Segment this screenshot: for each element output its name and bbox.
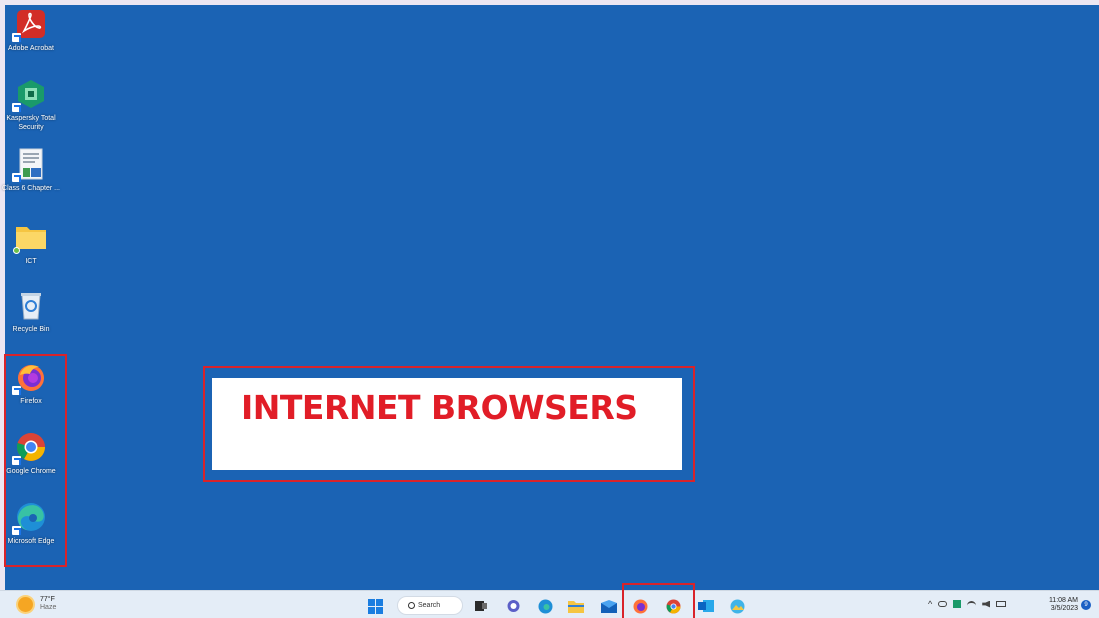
- taskbar-edge-button[interactable]: [537, 598, 553, 614]
- desktop-icon-label: Recycle Bin: [12, 326, 50, 333]
- notification-badge[interactable]: 9: [1081, 600, 1091, 610]
- windows-start-icon: [367, 598, 383, 614]
- chat-icon: [507, 599, 519, 612]
- shortcut-arrow-icon: [12, 33, 21, 42]
- desktop-icon-label: Kaspersky Total Security: [6, 115, 56, 131]
- file-explorer-button[interactable]: [568, 598, 584, 614]
- cloud-icon[interactable]: [938, 601, 948, 607]
- photos-button[interactable]: [729, 598, 745, 614]
- shortcut-arrow-icon: [12, 103, 21, 112]
- task-view-icon: [475, 601, 487, 611]
- banner-title: INTERNET BROWSERS: [241, 388, 638, 427]
- chat-button[interactable]: [505, 598, 521, 614]
- folder-icon: [13, 220, 48, 254]
- desktop-icon-adobe-acrobat[interactable]: Adobe Acrobat: [2, 7, 60, 53]
- browsers-highlight-box: [4, 354, 67, 567]
- desktop-icon-label: Class 6 Chapter ...: [2, 185, 60, 192]
- kaspersky-icon: [12, 77, 48, 112]
- clock-time: 11:08 AM: [1048, 597, 1078, 604]
- mail-button[interactable]: [601, 598, 617, 614]
- adobe-acrobat-icon: [12, 7, 48, 42]
- wifi-icon[interactable]: [967, 601, 977, 607]
- photos-icon: [730, 599, 744, 613]
- document-icon: [12, 147, 48, 182]
- system-tray: ^: [928, 599, 1007, 609]
- clock[interactable]: 11:08 AM 3/5/2023: [1040, 597, 1078, 613]
- edge-icon: [538, 599, 552, 613]
- outlook-icon: [698, 600, 714, 612]
- weather-widget[interactable]: 77°F Haze: [18, 596, 56, 612]
- battery-icon[interactable]: [996, 601, 1007, 607]
- taskbar: 77°F Haze Search ^ 11:08 AM 3/5/2023 9: [0, 590, 1099, 618]
- desktop-icon-label: ICT: [25, 258, 37, 265]
- desktop-icon-class6-chapter[interactable]: Class 6 Chapter ...: [2, 147, 60, 193]
- desktop-icon-ict-folder[interactable]: ICT: [2, 220, 60, 266]
- chevron-up-icon[interactable]: ^: [928, 599, 932, 609]
- desktop: Adobe Acrobat Kaspersky Total Security C…: [2, 5, 1099, 590]
- search-icon: [408, 602, 415, 609]
- search-label: Search: [418, 602, 441, 609]
- desktop-icon-recycle-bin[interactable]: Recycle Bin: [2, 288, 60, 334]
- weather-condition: Haze: [40, 604, 57, 611]
- file-explorer-icon: [568, 600, 584, 613]
- shortcut-arrow-icon: [12, 173, 21, 182]
- taskbar-search-box[interactable]: Search: [397, 596, 463, 615]
- start-button[interactable]: [367, 598, 383, 614]
- recycle-bin-icon: [14, 288, 48, 322]
- antivirus-icon[interactable]: [953, 600, 962, 608]
- taskbar-browsers-highlight-box: [622, 583, 695, 618]
- outlook-button[interactable]: [698, 598, 714, 614]
- internet-browsers-banner: INTERNET BROWSERS: [212, 378, 682, 470]
- desktop-icon-label: Adobe Acrobat: [8, 45, 54, 52]
- weather-temperature: 77°F: [40, 596, 55, 603]
- mail-icon: [601, 599, 617, 613]
- volume-icon[interactable]: [982, 600, 991, 608]
- desktop-icon-kaspersky[interactable]: Kaspersky Total Security: [2, 77, 60, 132]
- weather-sun-icon: [18, 596, 33, 612]
- clock-date: 3/5/2023: [1050, 605, 1078, 612]
- sync-status-icon: [13, 247, 20, 254]
- task-view-button[interactable]: [473, 598, 489, 614]
